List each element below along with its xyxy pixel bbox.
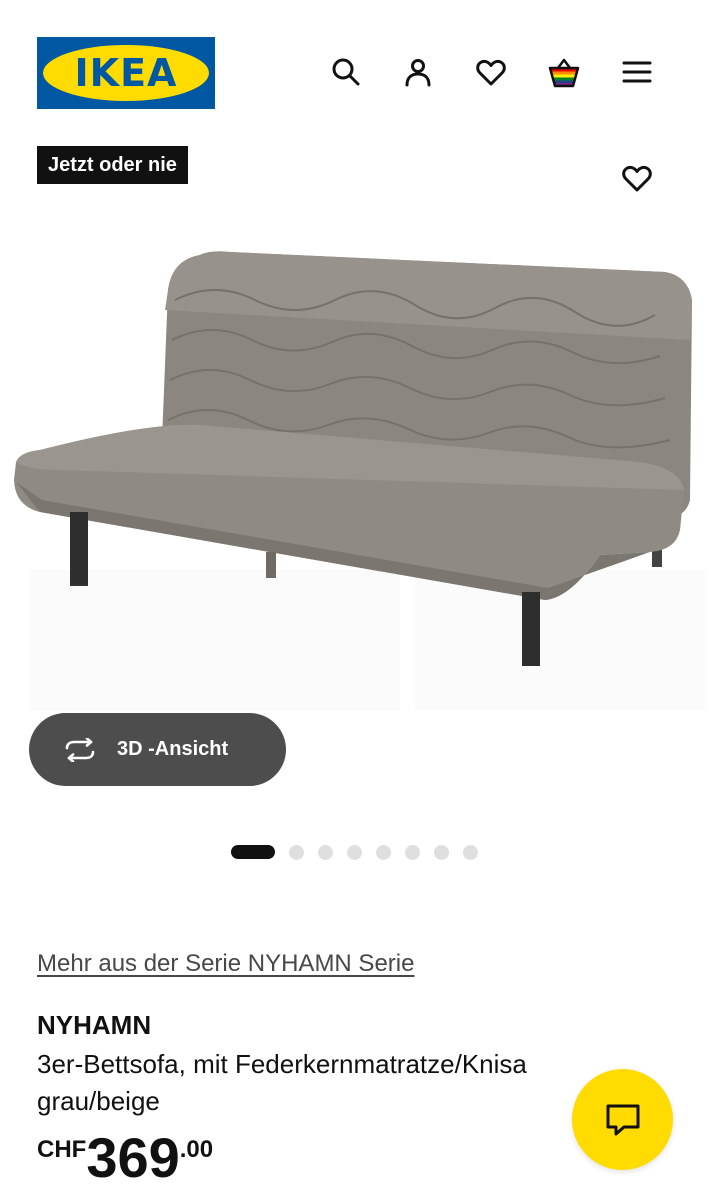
- series-link[interactable]: Mehr aus der Serie NYHAMN Serie: [37, 950, 414, 978]
- gallery-dot[interactable]: [289, 844, 304, 860]
- registered-mark: ®: [203, 43, 210, 53]
- product-name: NYHAMN: [37, 1010, 152, 1040]
- price-decimal: .00: [179, 1136, 214, 1163]
- gallery-dot[interactable]: [347, 844, 362, 860]
- menu-icon: [622, 61, 652, 83]
- product-favourite-button[interactable]: [615, 156, 659, 200]
- site-header: IKEA ®: [0, 0, 710, 120]
- search-icon: [332, 58, 360, 86]
- heart-icon: [476, 59, 506, 86]
- view-3d-button[interactable]: 3D -Ansicht: [29, 713, 286, 786]
- product-price: CHF 369 .00: [37, 1128, 213, 1188]
- shopping-bag-icon: [548, 58, 580, 88]
- gallery-dot[interactable]: [405, 844, 420, 860]
- user-icon: [405, 59, 431, 87]
- view-3d-label: 3D -Ansicht: [117, 738, 229, 760]
- gallery-dot[interactable]: [376, 844, 391, 860]
- gallery-pagination: [231, 844, 492, 860]
- search-button[interactable]: [324, 50, 368, 94]
- menu-button[interactable]: [615, 50, 659, 94]
- gallery-dot[interactable]: [318, 844, 333, 860]
- gallery-dot-active[interactable]: [231, 845, 275, 859]
- wishlist-button[interactable]: [469, 50, 513, 94]
- promo-badge: Jetzt oder nie: [37, 146, 188, 184]
- price-integer: 369: [86, 1126, 180, 1189]
- chat-icon: [606, 1104, 639, 1135]
- account-button[interactable]: [396, 50, 440, 94]
- cart-button[interactable]: [542, 50, 586, 94]
- product-image-sofa-bed[interactable]: [0, 200, 710, 720]
- gallery-dot[interactable]: [463, 844, 478, 860]
- price-currency: CHF: [37, 1136, 87, 1163]
- ikea-logo[interactable]: IKEA ®: [37, 37, 215, 109]
- rotate-3d-icon: [65, 737, 95, 762]
- heart-icon: [622, 165, 652, 192]
- gallery-dot[interactable]: [434, 844, 449, 860]
- logo-text: IKEA: [74, 51, 178, 95]
- product-description: 3er-Bettsofa, mit Federkernmatratze/Knis…: [37, 1049, 527, 1116]
- chat-button[interactable]: [572, 1069, 673, 1170]
